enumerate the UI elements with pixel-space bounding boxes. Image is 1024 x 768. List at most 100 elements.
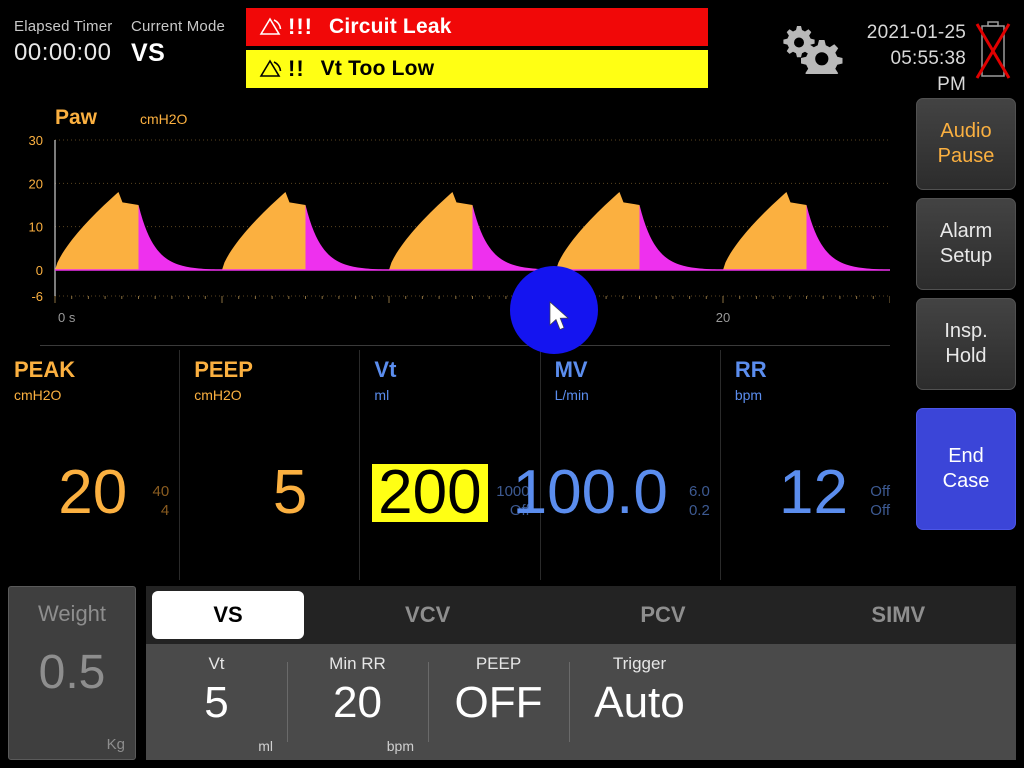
param-label: MV (555, 358, 720, 382)
param-label: PEEP (194, 358, 359, 382)
alarm-message: Circuit Leak (329, 15, 452, 39)
end-case-button[interactable]: End Case (916, 408, 1016, 530)
svg-text:30: 30 (29, 133, 43, 148)
svg-text:20: 20 (716, 310, 730, 325)
weight-unit: Kg (107, 736, 125, 753)
alarm-bell-icon (258, 16, 284, 38)
param-value: 200 (372, 464, 487, 522)
weight-label: Weight (9, 601, 135, 627)
limit-low: Off (856, 501, 890, 520)
setting-unit: bpm (387, 738, 414, 754)
param-alarm-limits: Off Off (856, 482, 890, 520)
weight-value: 0.5 (9, 645, 135, 700)
alarm-message: Vt Too Low (321, 57, 435, 81)
setting-peep[interactable]: PEEP OFF (428, 644, 569, 760)
elapsed-timer-label: Elapsed Timer (14, 18, 112, 35)
button-line-1: Audio (940, 119, 991, 144)
setting-label: Trigger (569, 654, 710, 674)
param-value: 20 (58, 464, 127, 522)
button-line-2: Case (943, 469, 990, 494)
setting-value: Auto (569, 678, 710, 728)
side-button-column: Audio Pause Alarm Setup Insp. Hold End C… (916, 98, 1016, 530)
tab-pcv[interactable]: PCV (545, 586, 780, 644)
mouse-cursor-icon (549, 301, 571, 333)
section-divider (40, 345, 890, 346)
alarm-setup-button[interactable]: Alarm Setup (916, 198, 1016, 290)
limit-high: Off (856, 482, 890, 501)
param-unit: ml (374, 387, 539, 403)
param-label: PEAK (14, 358, 179, 382)
param-value: 100.0 (513, 464, 668, 522)
alarm-severity-marks: !! (288, 56, 305, 82)
setting-value: 20 (287, 678, 428, 728)
alarm-banner-critical[interactable]: !!! Circuit Leak (246, 8, 708, 46)
button-line-2: Hold (945, 344, 986, 369)
setting-label: Vt (146, 654, 287, 674)
param-rr[interactable]: RR bpm 12 Off Off (720, 350, 900, 580)
param-peep[interactable]: PEEP cmH2O 5 (179, 350, 359, 580)
current-mode: Current Mode VS (131, 18, 225, 68)
header-bar: Elapsed Timer 00:00:00 Current Mode VS !… (0, 0, 1024, 95)
timer-mode-block: Elapsed Timer 00:00:00 Current Mode VS (14, 18, 225, 68)
param-unit: L/min (555, 387, 720, 403)
current-mode-label: Current Mode (131, 18, 225, 35)
waveform-plot[interactable]: 3020100-60 s20 (0, 98, 900, 346)
button-line-2: Setup (940, 244, 992, 269)
battery-disabled-icon (970, 16, 1016, 84)
setting-value: OFF (428, 678, 569, 728)
audio-pause-button[interactable]: Audio Pause (916, 98, 1016, 190)
setting-vt[interactable]: Vt 5 ml (146, 644, 287, 760)
setting-label: PEEP (428, 654, 569, 674)
param-value: 5 (273, 464, 307, 522)
button-line-1: End (948, 444, 984, 469)
date-text: 2021-01-25 (858, 20, 966, 46)
setting-value: 5 (146, 678, 287, 728)
alarm-bell-icon (258, 58, 284, 80)
param-alarm-limits: 40 4 (135, 482, 169, 520)
button-line-1: Insp. (944, 319, 987, 344)
settings-row: Vt 5 ml Min RR 20 bpm PEEP OFF Trigger A… (146, 644, 1016, 760)
ventilator-screen: Elapsed Timer 00:00:00 Current Mode VS !… (0, 0, 1024, 768)
param-mv[interactable]: MV L/min 100.0 6.0 0.2 (540, 350, 720, 580)
tab-vs[interactable]: VS (152, 591, 304, 639)
gear-icon[interactable] (775, 22, 847, 74)
button-line-1: Alarm (940, 219, 992, 244)
mode-tab-bar: VS VCV PCV SIMV (146, 586, 1016, 644)
elapsed-timer-value: 00:00:00 (14, 39, 112, 67)
setting-unit: ml (258, 738, 273, 754)
button-line-2: Pause (938, 144, 995, 169)
param-peak[interactable]: PEAK cmH2O 20 40 4 (0, 350, 179, 580)
svg-text:0 s: 0 s (58, 310, 76, 325)
setting-min-rr[interactable]: Min RR 20 bpm (287, 644, 428, 760)
param-label: RR (735, 358, 900, 382)
elapsed-timer: Elapsed Timer 00:00:00 (14, 18, 112, 67)
svg-text:20: 20 (29, 176, 43, 191)
limit-high: 40 (135, 482, 169, 501)
limit-low: 0.2 (676, 501, 710, 520)
limit-low: 4 (135, 501, 169, 520)
alarm-banner-stack: !!! Circuit Leak !! Vt Too Low (246, 8, 708, 88)
weight-panel[interactable]: Weight 0.5 Kg (8, 586, 136, 760)
param-unit: cmH2O (14, 387, 179, 403)
alarm-banner-warning[interactable]: !! Vt Too Low (246, 50, 708, 88)
datetime-display: 2021-01-25 05:55:38 PM (858, 20, 966, 98)
setting-trigger[interactable]: Trigger Auto (569, 644, 710, 760)
time-text: 05:55:38 PM (858, 46, 966, 98)
insp-hold-button[interactable]: Insp. Hold (916, 298, 1016, 390)
tab-vcv[interactable]: VCV (310, 586, 545, 644)
paw-waveform-panel: Paw cmH2O 3020100-60 s20 (0, 98, 900, 346)
svg-text:10: 10 (29, 220, 43, 235)
alarm-severity-marks: !!! (288, 14, 313, 40)
param-unit: bpm (735, 387, 900, 403)
current-mode-value: VS (131, 39, 225, 68)
param-unit: cmH2O (194, 387, 359, 403)
mode-settings-panel: VS VCV PCV SIMV Vt 5 ml Min RR 20 bpm PE… (146, 586, 1016, 760)
setting-label: Min RR (287, 654, 428, 674)
param-alarm-limits: 6.0 0.2 (676, 482, 710, 520)
tab-simv[interactable]: SIMV (781, 586, 1016, 644)
param-label: Vt (374, 358, 539, 382)
param-value: 12 (779, 464, 848, 522)
svg-text:-6: -6 (31, 289, 43, 304)
settings-empty-space (710, 644, 1016, 760)
numeric-parameters-row: PEAK cmH2O 20 40 4 PEEP cmH2O 5 Vt (0, 350, 900, 580)
